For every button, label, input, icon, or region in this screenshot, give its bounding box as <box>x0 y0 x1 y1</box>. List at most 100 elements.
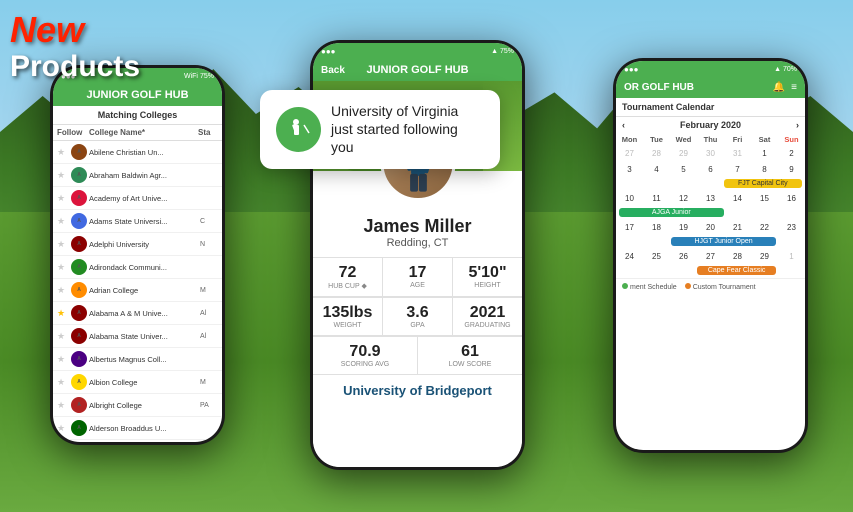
stat-value: 61 <box>420 343 520 361</box>
college-star-icon[interactable]: ★ <box>57 285 69 296</box>
college-row[interactable]: ★AAdrian CollegeM <box>53 279 222 302</box>
cal-cell[interactable]: 4 <box>643 162 670 178</box>
cal-event: Cape Fear Classic <box>697 266 775 275</box>
cal-cell[interactable]: 27 <box>697 249 724 265</box>
cal-cell[interactable]: 27 <box>616 146 643 162</box>
college-row[interactable]: ★AAlderson Broaddus U... <box>53 417 222 440</box>
cal-cell[interactable]: 23 <box>778 220 805 236</box>
college-name-text: Albright College <box>89 401 198 410</box>
back-button[interactable]: Back <box>321 65 345 76</box>
stat-cell: 61LOW SCORE <box>418 337 522 374</box>
next-month-icon[interactable]: › <box>796 120 799 130</box>
cal-cell[interactable]: 20 <box>697 220 724 236</box>
menu-icon[interactable]: ≡ <box>791 82 797 93</box>
cal-cell[interactable]: 31 <box>724 146 751 162</box>
college-star-icon[interactable]: ★ <box>57 147 69 158</box>
college-name-text: Alabama A & M Unive... <box>89 309 198 318</box>
college-state-text: Al <box>200 333 218 340</box>
cal-cell[interactable]: 16 <box>778 191 805 207</box>
college-star-icon[interactable]: ★ <box>57 331 69 342</box>
college-name-text: Abilene Christian Un... <box>89 148 198 157</box>
college-logo: A <box>71 144 87 160</box>
college-logo: A <box>71 374 87 390</box>
college-star-icon[interactable]: ★ <box>57 354 69 365</box>
cal-cell[interactable]: 1 <box>751 146 778 162</box>
college-star-icon[interactable]: ★ <box>57 216 69 227</box>
college-row[interactable]: ★AAdelphi UniversityN <box>53 233 222 256</box>
cal-event-row: Cape Fear Classic <box>616 265 805 278</box>
college-row[interactable]: ★AAlbertus Magnus Coll... <box>53 348 222 371</box>
cal-cell[interactable]: 28 <box>724 249 751 265</box>
college-star-icon[interactable]: ★ <box>57 400 69 411</box>
cal-cell[interactable]: 12 <box>670 191 697 207</box>
left-phone: ●●● WiFi 75% JUNIOR GOLF HUB Matching Co… <box>50 65 225 445</box>
cal-event-row: HJGT Junior Open <box>616 236 805 249</box>
profile-name: James Miller <box>313 211 522 237</box>
college-row[interactable]: ★AAdirondack Communi... <box>53 256 222 279</box>
cal-cell[interactable]: 25 <box>643 249 670 265</box>
college-row[interactable]: ★AAlbion CollegeM <box>53 371 222 394</box>
college-name-text: Alabama State Univer... <box>89 332 198 341</box>
cal-cell[interactable]: 6 <box>697 162 724 178</box>
cal-cell[interactable]: 15 <box>751 191 778 207</box>
college-star-icon[interactable]: ★ <box>57 423 69 434</box>
college-name-text: Academy of Art Unive... <box>89 194 198 203</box>
cal-cell[interactable]: 11 <box>643 191 670 207</box>
cal-cell[interactable]: 2 <box>778 146 805 162</box>
cal-cell[interactable]: 29 <box>670 146 697 162</box>
college-row[interactable]: ★AAlabama State Univer...Al <box>53 325 222 348</box>
cal-cell[interactable]: 7 <box>724 162 751 178</box>
stat-value: 3.6 <box>385 304 450 322</box>
stat-label: AGE <box>385 282 450 289</box>
college-row[interactable]: ★AAbraham Baldwin Agr... <box>53 164 222 187</box>
cal-cell[interactable]: 8 <box>751 162 778 178</box>
college-logo: A <box>71 259 87 275</box>
college-row[interactable]: ★AAlbright CollegePA <box>53 394 222 417</box>
cal-cell[interactable]: 13 <box>697 191 724 207</box>
cal-cell[interactable]: 18 <box>643 220 670 236</box>
new-products-banner: New Products <box>10 10 140 83</box>
bell-icon[interactable]: 🔔 <box>773 82 785 93</box>
college-row[interactable]: ★AAlabama A & M Unive...Al <box>53 302 222 325</box>
college-star-icon[interactable]: ★ <box>57 170 69 181</box>
college-star-icon[interactable]: ★ <box>57 308 69 319</box>
college-state-text: Al <box>200 310 218 317</box>
cal-cell[interactable]: 3 <box>616 162 643 178</box>
cal-cell[interactable]: 28 <box>643 146 670 162</box>
cal-cell[interactable]: 19 <box>670 220 697 236</box>
right-app-header: OR GOLF HUB 🔔 ≡ <box>616 77 805 98</box>
month-label: February 2020 <box>680 120 741 130</box>
college-row[interactable]: ★AAbilene Christian Un... <box>53 141 222 164</box>
cal-cell[interactable]: 22 <box>751 220 778 236</box>
college-interest: University of Bridgeport <box>313 375 522 406</box>
calendar-title: Tournament Calendar <box>616 98 805 117</box>
college-name-text: Adrian College <box>89 286 198 295</box>
cal-cell[interactable]: 21 <box>724 220 751 236</box>
prev-month-icon[interactable]: ‹ <box>622 120 625 130</box>
stat-value: 2021 <box>455 304 520 322</box>
college-logo: A <box>71 236 87 252</box>
college-row[interactable]: ★AAcademy of Art Unive... <box>53 187 222 210</box>
college-name-text: Alderson Broaddus U... <box>89 424 198 433</box>
college-star-icon[interactable]: ★ <box>57 262 69 273</box>
college-star-icon[interactable]: ★ <box>57 193 69 204</box>
cal-cell[interactable]: 17 <box>616 220 643 236</box>
cal-cell[interactable]: 30 <box>697 146 724 162</box>
cal-cell[interactable]: 1 <box>778 249 805 265</box>
cal-cell[interactable]: 29 <box>751 249 778 265</box>
stat-value: 17 <box>385 264 450 282</box>
college-row[interactable]: ★AAdams State Universi...C <box>53 210 222 233</box>
cal-cell[interactable]: 10 <box>616 191 643 207</box>
college-star-icon[interactable]: ★ <box>57 239 69 250</box>
cal-cell[interactable]: 5 <box>670 162 697 178</box>
cal-cell[interactable]: 26 <box>670 249 697 265</box>
cal-cell[interactable]: 9 <box>778 162 805 178</box>
left-app-title: JUNIOR GOLF HUB <box>86 89 188 101</box>
left-app-header: JUNIOR GOLF HUB <box>53 84 222 106</box>
stat-value: 135lbs <box>315 304 380 322</box>
college-table-header: Follow College Name* Sta <box>53 125 222 141</box>
college-star-icon[interactable]: ★ <box>57 377 69 388</box>
cal-day-header: Sun <box>778 133 805 146</box>
cal-cell[interactable]: 14 <box>724 191 751 207</box>
cal-cell[interactable]: 24 <box>616 249 643 265</box>
